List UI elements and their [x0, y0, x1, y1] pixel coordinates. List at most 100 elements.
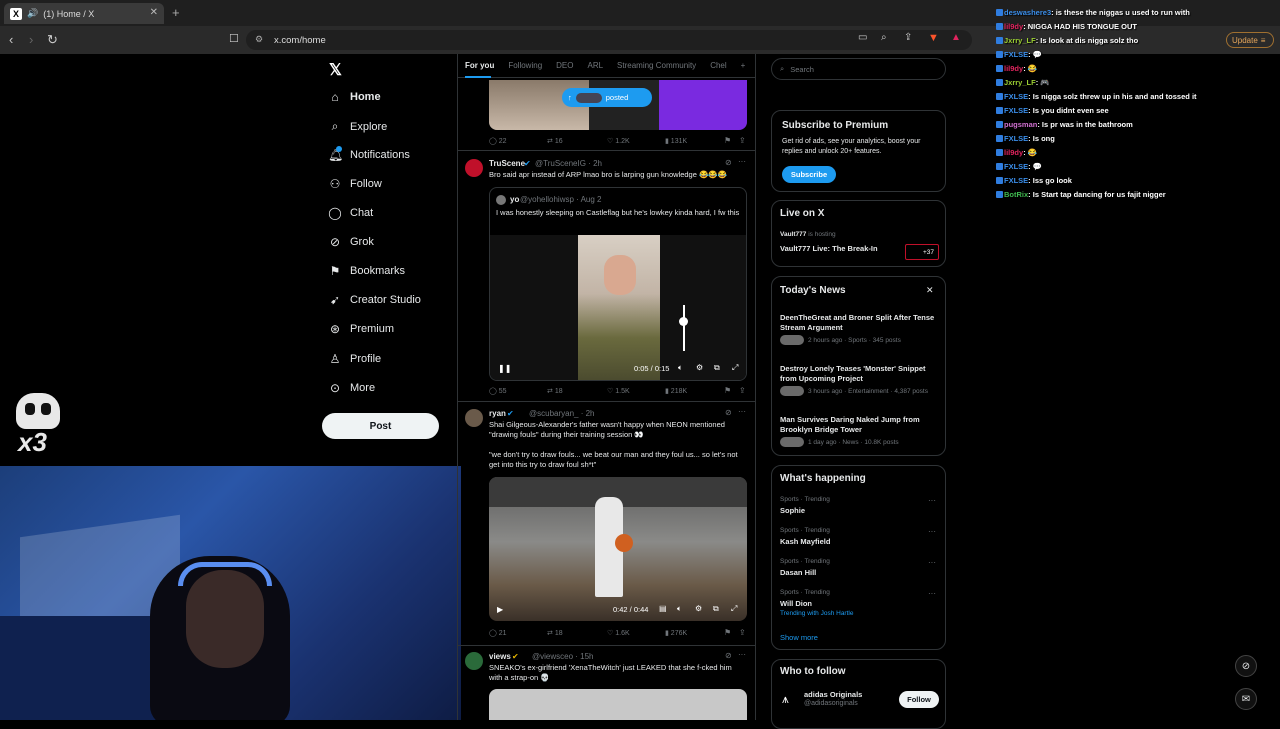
trend-3[interactable]: Will Dion [780, 599, 812, 608]
video-player[interactable]: ❚❚ 0:05 / 0:15 🔈︎ ⚙ ⧉ ⤢ [490, 235, 746, 380]
volume-knob[interactable] [679, 317, 688, 326]
live-listeners[interactable]: +37 [905, 244, 939, 260]
forward-icon[interactable]: › [29, 32, 33, 47]
nav-profile[interactable]: ♙ Profile [328, 352, 382, 366]
more-options-icon[interactable]: ··· [738, 407, 746, 416]
post-button[interactable]: Post [322, 413, 439, 439]
add-tab-icon[interactable]: + [741, 61, 746, 70]
nav-creator-studio[interactable]: ➹ Creator Studio [328, 293, 421, 307]
bookmark-icon[interactable]: ⚑ [724, 136, 731, 145]
reply-count[interactable]: ◯ 21 [489, 629, 507, 637]
tab-chel[interactable]: Chel [710, 61, 726, 70]
view-count[interactable]: ▮ 131K [665, 137, 687, 145]
captions-icon[interactable]: ▤ [659, 604, 667, 613]
browser-tab[interactable]: X 🔊 (1) Home / X ✕ [4, 3, 164, 24]
grok-icon[interactable]: ⊘ [725, 408, 732, 417]
trend-2[interactable]: Dasan Hill [780, 568, 816, 577]
nav-more[interactable]: ⊙ More [328, 381, 375, 395]
settings-icon[interactable]: ⚙ [696, 363, 703, 372]
cast-icon[interactable]: ▭ [858, 32, 867, 43]
tweet1-avatar[interactable] [465, 159, 483, 177]
tweet2-handle[interactable]: @scubaryan_ · 2h [529, 409, 595, 418]
share-icon[interactable]: ⇪ [904, 32, 912, 43]
brave-shield-icon[interactable]: ▼ [928, 32, 939, 44]
fullscreen-icon[interactable]: ⤢ [732, 363, 738, 373]
view-count[interactable]: ▮ 276K [665, 629, 687, 637]
nav-follow[interactable]: ⚇ Follow [328, 177, 382, 191]
share-icon[interactable]: ⇪ [739, 136, 746, 145]
tweet3-avatar[interactable] [465, 652, 483, 670]
news-item-0[interactable]: DeenTheGreat and Broner Split After Tens… [780, 313, 940, 333]
share-icon[interactable]: ⇪ [739, 386, 746, 395]
pip-icon[interactable]: ⧉ [714, 363, 720, 373]
tab-streaming-community[interactable]: Streaming Community [617, 61, 696, 70]
bookmark-icon[interactable]: ⚑ [724, 628, 731, 637]
tab-following[interactable]: Following [508, 61, 542, 70]
nav-bookmarks[interactable]: ⚑ Bookmarks [328, 264, 405, 278]
subscribe-button[interactable]: Subscribe [782, 166, 836, 183]
more-options-icon[interactable]: ··· [738, 157, 746, 166]
play-icon[interactable]: ▶ [497, 605, 503, 614]
settings-icon[interactable]: ⚙ [695, 604, 702, 613]
trend-extra-3[interactable]: Trending with Josh Hartle [780, 610, 853, 617]
volume-slider[interactable] [683, 305, 685, 351]
tweet2-avatar[interactable] [465, 409, 483, 427]
tab-audio-icon[interactable]: 🔊 [27, 8, 38, 19]
tweet2-name[interactable]: ryan [489, 409, 506, 418]
grok-float-icon[interactable]: ⊘ [1235, 655, 1257, 677]
nav-chat[interactable]: ◯ Chat [328, 206, 373, 220]
reload-icon[interactable]: ↻ [47, 32, 58, 48]
brave-rewards-icon[interactable]: ▲ [951, 32, 961, 43]
follow-name[interactable]: adidas Originals [804, 690, 862, 699]
nav-grok[interactable]: ⊘ Grok [328, 235, 374, 249]
fullscreen-icon[interactable]: ⤢ [731, 604, 737, 614]
view-count[interactable]: ▮ 218K [665, 387, 687, 395]
close-icon[interactable]: ✕ [926, 285, 934, 296]
like-count[interactable]: ♡ 1.6K [607, 629, 630, 637]
trend-more-icon[interactable]: ··· [928, 496, 936, 505]
nav-home[interactable]: ⌂ Home [328, 90, 380, 104]
live-host[interactable]: Vault777 is hosting [780, 231, 836, 238]
repost-count[interactable]: ⇄ 18 [547, 629, 563, 637]
trend-more-icon[interactable]: ··· [928, 558, 936, 567]
nav-premium[interactable]: ⊛ Premium [328, 322, 394, 336]
repost-count[interactable]: ⇄ 16 [547, 137, 563, 145]
follow-button[interactable]: Follow [899, 691, 939, 708]
news-item-2[interactable]: Man Survives Daring Naked Jump from Broo… [780, 415, 940, 435]
tweet3-handle[interactable]: @viewsceo · 15h [532, 652, 593, 661]
show-more-link[interactable]: Show more [780, 633, 818, 642]
live-event[interactable]: Vault777 Live: The Break-In [780, 244, 878, 253]
tweet3-name[interactable]: views [489, 652, 511, 661]
site-info-icon[interactable]: ⚙ [255, 34, 263, 45]
trend-1[interactable]: Kash Mayfield [780, 537, 830, 546]
bookmark-icon[interactable]: ⚑ [724, 386, 731, 395]
search-input[interactable]: ⌕ Search [771, 58, 946, 80]
tab-deo[interactable]: DEO [556, 61, 573, 70]
back-icon[interactable]: ‹ [9, 32, 13, 47]
tweet2-video[interactable]: ▶ 0:42 / 0:44 ▤ 🔈︎ ⚙ ⧉ ⤢ [489, 477, 747, 621]
reply-count[interactable]: ◯ 22 [489, 137, 507, 145]
messages-float-icon[interactable]: ✉ [1235, 688, 1257, 710]
tweet3-media[interactable] [489, 689, 747, 720]
repost-count[interactable]: ⇄ 18 [547, 387, 563, 395]
trend-more-icon[interactable]: ··· [928, 527, 936, 536]
nav-explore[interactable]: ⌕ Explore [328, 119, 388, 134]
tweet1-name[interactable]: TruScene [489, 159, 525, 168]
volume-icon[interactable]: 🔈︎ [677, 604, 682, 614]
tweet1-handle[interactable]: @TruSceneIG · 2h [535, 159, 602, 168]
tab-for-you[interactable]: For you [465, 61, 494, 70]
pause-icon[interactable]: ❚❚ [498, 364, 511, 373]
new-posts-pill[interactable]: ↑ posted [562, 88, 652, 107]
tab-arl[interactable]: ARL [587, 61, 603, 70]
new-tab-icon[interactable]: + [172, 5, 180, 20]
more-options-icon[interactable]: ··· [738, 650, 746, 659]
quote-tweet[interactable]: yo @yohellohiwsp · Aug 2 I was honestly … [489, 187, 747, 381]
like-count[interactable]: ♡ 1.2K [607, 137, 630, 145]
reply-count[interactable]: ◯ 55 [489, 387, 507, 395]
grok-icon[interactable]: ⊘ [725, 651, 732, 660]
share-icon[interactable]: ⇪ [739, 628, 746, 637]
close-tab-icon[interactable]: ✕ [150, 7, 158, 18]
update-button[interactable]: Update ≡ [1226, 32, 1274, 48]
like-count[interactable]: ♡ 1.5K [607, 387, 630, 395]
volume-icon[interactable]: 🔈︎ [678, 363, 683, 373]
